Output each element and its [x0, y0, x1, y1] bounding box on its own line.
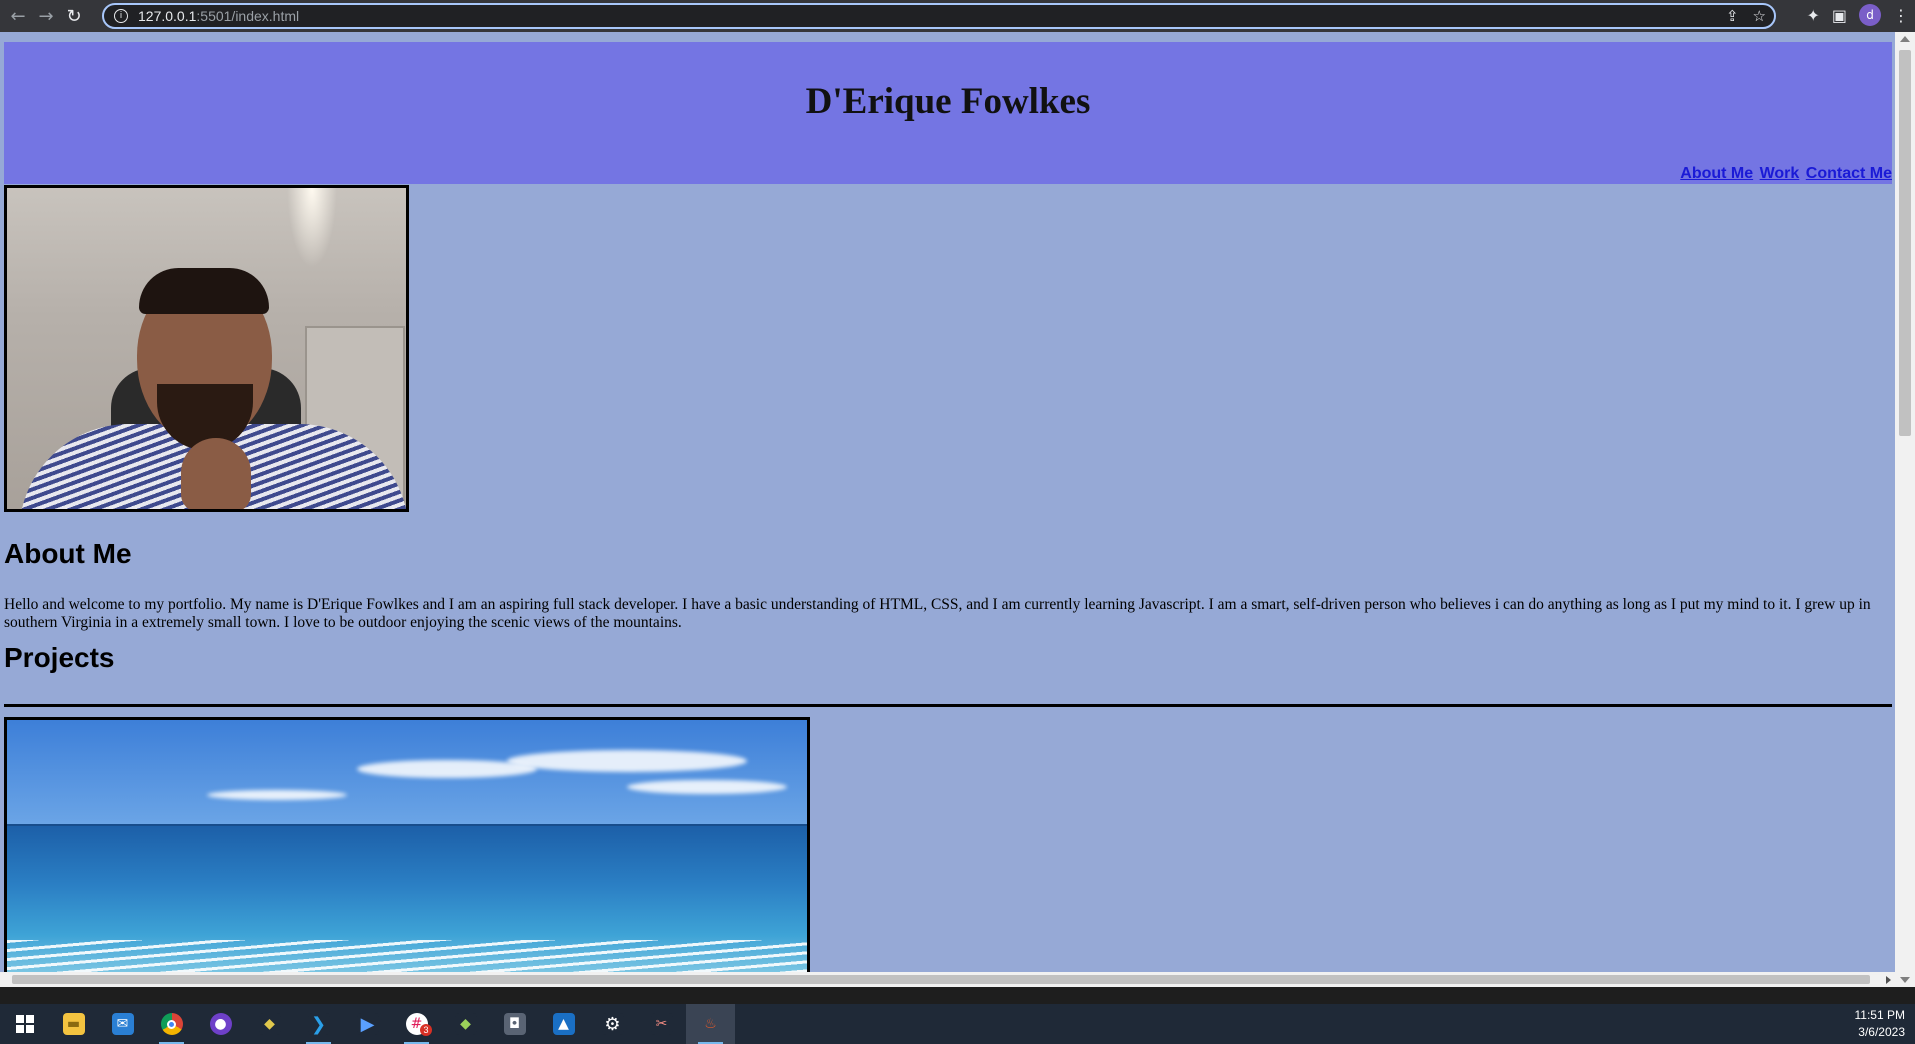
clock-time: 11:51 PM: [1854, 1008, 1905, 1022]
share-icon[interactable]: ⇪: [1726, 7, 1739, 25]
slack-icon[interactable]: # 3: [392, 1004, 441, 1044]
git-kraken-icon[interactable]: ◆: [245, 1004, 294, 1044]
extensions-puzzle-icon[interactable]: ✦: [1806, 6, 1819, 25]
projects-divider: [4, 704, 1892, 707]
scroll-up-arrow-icon[interactable]: [1900, 36, 1910, 42]
profile-photo: [4, 185, 409, 512]
scroll-down-arrow-icon[interactable]: [1900, 977, 1910, 983]
clock-date: 3/6/2023: [1858, 1025, 1905, 1039]
about-heading: About Me: [4, 538, 132, 569]
system-clock[interactable]: 11:51 PM 3/6/2023: [1855, 1007, 1905, 1041]
vscode-icon[interactable]: ❯: [294, 1004, 343, 1044]
snipping-tool-icon[interactable]: ✂: [637, 1004, 686, 1044]
page-viewport: D'Erique Fowlkes About Me Work Contact M…: [0, 32, 1915, 987]
site-info-icon[interactable]: i: [114, 9, 128, 23]
camera-icon[interactable]: ◘: [490, 1004, 539, 1044]
profile-avatar[interactable]: d: [1859, 4, 1881, 26]
bookmark-star-icon[interactable]: ☆: [1753, 7, 1766, 25]
vertical-scroll-thumb[interactable]: [1899, 50, 1911, 436]
scroll-right-arrow-icon[interactable]: [1886, 976, 1891, 984]
mail-icon[interactable]: ✉: [98, 1004, 147, 1044]
photos-icon[interactable]: ▲: [539, 1004, 588, 1044]
slack-badge: 3: [420, 1024, 432, 1036]
taskbar: ▬ ✉ ● ◆ ❯ ▶ # 3 ◆ ◘ ▲ ⚙ ✂ ♨ 11:51 PM 3/6…: [0, 987, 1915, 1044]
back-arrow-icon[interactable]: ←: [4, 2, 32, 30]
horizontal-scrollbar[interactable]: [0, 972, 1895, 987]
horizontal-scroll-thumb[interactable]: [12, 975, 1870, 984]
settings-icon[interactable]: ⚙: [588, 1004, 637, 1044]
projects-heading: Projects: [4, 642, 115, 673]
address-bar[interactable]: i 127.0.0.1:5501/index.html ⇪ ☆: [102, 3, 1776, 29]
github-desktop-icon[interactable]: ●: [196, 1004, 245, 1044]
chrome-icon[interactable]: [147, 1004, 196, 1044]
about-paragraph: Hello and welcome to my portfolio. My na…: [4, 596, 1871, 631]
page-body: D'Erique Fowlkes About Me Work Contact M…: [0, 32, 1895, 987]
nav-link-contact-me[interactable]: Contact Me: [1806, 165, 1892, 182]
vertical-scrollbar[interactable]: [1895, 32, 1915, 987]
site-nav: About Me Work Contact Me: [1678, 165, 1892, 183]
site-title: D'Erique Fowlkes: [805, 81, 1091, 122]
nav-link-about-me[interactable]: About Me: [1680, 165, 1753, 182]
bing-icon[interactable]: ▶: [343, 1004, 392, 1044]
browser-toolbar: ← → ↻ i 127.0.0.1:5501/index.html ⇪ ☆ ✦ …: [0, 0, 1915, 32]
forward-arrow-icon[interactable]: →: [32, 2, 60, 30]
reload-icon[interactable]: ↻: [60, 2, 88, 30]
windows-start-icon[interactable]: [0, 1004, 49, 1044]
menu-kebab-icon[interactable]: ⋮: [1893, 6, 1909, 25]
side-panel-icon[interactable]: ▣: [1832, 6, 1847, 25]
active-app-icon[interactable]: ♨: [686, 1004, 735, 1044]
site-header: D'Erique Fowlkes About Me Work Contact M…: [4, 42, 1892, 184]
sourcetree-icon[interactable]: ◆: [441, 1004, 490, 1044]
url-text[interactable]: 127.0.0.1:5501/index.html: [138, 8, 299, 24]
nav-link-work[interactable]: Work: [1760, 165, 1800, 182]
file-explorer-icon[interactable]: ▬: [49, 1004, 98, 1044]
project-image[interactable]: [4, 717, 810, 987]
